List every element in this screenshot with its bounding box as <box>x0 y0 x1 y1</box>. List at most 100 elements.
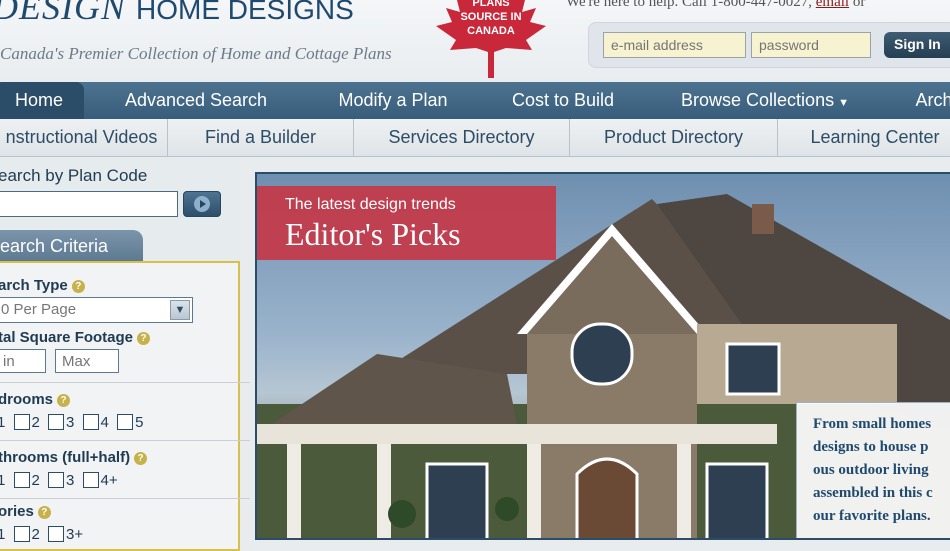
search-type-label: arch Type? <box>0 277 85 294</box>
sqft-max-input[interactable] <box>55 349 119 373</box>
help-icon[interactable]: ? <box>57 394 71 407</box>
caption-line: ous outdoor living <box>813 462 929 478</box>
sign-in-button[interactable]: Sign In <box>884 32 950 58</box>
option-label: 5 <box>135 414 144 431</box>
help-icon[interactable]: ? <box>137 332 151 345</box>
search-type-label-text: arch Type <box>0 277 68 294</box>
help-icon[interactable]: ? <box>134 452 148 465</box>
nav-label: Arch <box>915 90 950 110</box>
bathroom-option[interactable]: 1 <box>0 472 5 489</box>
nav-architects[interactable]: Arch <box>904 82 950 119</box>
nav-browse-collections[interactable]: Browse Collections ▼ <box>664 82 866 119</box>
password-field[interactable] <box>751 32 871 58</box>
chevron-down-icon: ▼ <box>170 300 190 320</box>
logo-text: DESIGN <box>0 0 126 27</box>
search-type-value: 0 Per Page <box>1 301 77 318</box>
sub-nav: nstructional Videos Find a Builder Servi… <box>0 119 950 157</box>
editors-picks-hero[interactable]: The latest design trends Editor's Picks … <box>255 172 950 540</box>
site-logo[interactable]: DESIGN HOME DESIGNS <box>0 0 354 28</box>
bedroom-option[interactable]: 1 <box>0 414 5 431</box>
help-tail-text: or <box>852 0 866 10</box>
nav-cost-to-build[interactable]: Cost to Build <box>498 82 628 119</box>
subnav-find-builder[interactable]: Find a Builder <box>168 119 354 157</box>
subnav-label: Product Directory <box>603 127 744 147</box>
sqft-label-text: tal Square Footage <box>0 329 134 346</box>
option-label: 3 <box>66 414 75 431</box>
plan-code-label: earch by Plan Code <box>0 166 148 185</box>
site-tagline: Canada's Premier Collection of Home and … <box>0 44 392 63</box>
bedroom-option[interactable]: 2 <box>13 414 40 431</box>
subnav-label: Find a Builder <box>204 127 317 147</box>
help-icon[interactable]: ? <box>71 280 85 293</box>
help-icon[interactable]: ? <box>37 506 51 519</box>
option-label: 1 <box>0 526 6 543</box>
subnav-learning-center[interactable]: Learning Center <box>778 119 950 157</box>
bathroom-option[interactable]: 4+ <box>82 472 118 489</box>
story-option[interactable]: 2 <box>13 526 40 543</box>
email-field[interactable] <box>603 32 746 58</box>
bedrooms-label-text: drooms <box>0 391 54 408</box>
search-criteria-tab[interactable]: earch Criteria <box>0 230 143 262</box>
subnav-product-directory[interactable]: Product Directory <box>570 119 778 157</box>
nav-label: Home <box>14 90 63 110</box>
subnav-instructional-videos[interactable]: nstructional Videos <box>0 119 168 157</box>
story-option[interactable]: 1 <box>0 526 5 543</box>
divider <box>0 440 250 441</box>
checkbox[interactable] <box>117 414 134 430</box>
site-header: DESIGN HOME DESIGNS Canada's Premier Col… <box>0 0 950 82</box>
sqft-min-input[interactable] <box>0 349 46 373</box>
bedroom-option[interactable]: 4 <box>82 414 109 431</box>
bathroom-option[interactable]: 2 <box>13 472 40 489</box>
help-phone-text: We're here to help. Call 1-800-447-0027, <box>566 0 813 10</box>
picks-kicker: The latest design trends <box>285 196 456 213</box>
sqft-label: tal Square Footage? <box>0 329 151 346</box>
subnav-label: Services Directory <box>388 127 535 147</box>
checkbox[interactable] <box>82 472 99 488</box>
story-option[interactable]: 3+ <box>48 526 83 543</box>
nav-modify-plan[interactable]: Modify a Plan <box>318 82 468 119</box>
bathroom-option[interactable]: 3 <box>48 472 74 489</box>
caption-line: designs to house p <box>813 439 929 455</box>
nav-label: Browse Collections <box>681 90 835 110</box>
nav-label: Advanced Search <box>124 90 268 110</box>
badge-line: CANADA <box>467 25 515 37</box>
subnav-services-directory[interactable]: Services Directory <box>354 119 570 157</box>
caption-line: assembled in this c <box>813 485 933 501</box>
plan-code-input[interactable] <box>0 191 178 217</box>
option-label: 2 <box>31 472 40 489</box>
stories-label-text: ories <box>0 503 34 520</box>
option-label: 4 <box>100 414 109 431</box>
checkbox[interactable] <box>82 414 99 430</box>
nav-label: Modify a Plan <box>338 90 448 110</box>
badge-text: PLANS SOURCE IN CANADA <box>440 0 542 38</box>
option-label: 1 <box>0 472 6 489</box>
checkbox[interactable] <box>13 472 30 488</box>
badge-line: PLANS <box>472 0 510 9</box>
bedroom-option[interactable]: 5 <box>117 414 143 431</box>
checkbox[interactable] <box>13 414 30 430</box>
option-label: 4+ <box>100 472 118 489</box>
option-label: 3 <box>66 472 75 489</box>
badge-line: SOURCE IN <box>460 11 522 23</box>
checkbox[interactable] <box>48 414 65 430</box>
bathrooms-label: throoms (full+half)? <box>0 449 148 466</box>
search-type-select[interactable]: 0 Per Page ▼ <box>0 297 193 323</box>
option-label: 2 <box>31 526 40 543</box>
nav-advanced-search[interactable]: Advanced Search <box>108 82 284 119</box>
checkbox[interactable] <box>48 472 65 488</box>
bedroom-option[interactable]: 3 <box>48 414 74 431</box>
nav-home[interactable]: Home <box>0 82 84 119</box>
subnav-label: nstructional Videos <box>5 127 158 147</box>
bathrooms-label-text: throoms (full+half) <box>0 449 131 466</box>
nav-label: Cost to Build <box>511 90 615 110</box>
story-options: 1 2 3+ <box>0 526 87 543</box>
bedrooms-label: drooms? <box>0 391 71 408</box>
help-text: We're here to help. Call 1-800-447-0027,… <box>566 0 865 11</box>
stories-label: ories? <box>0 503 51 520</box>
option-label: 2 <box>31 414 40 431</box>
plan-code-go-button[interactable] <box>183 191 221 217</box>
help-email-link[interactable]: email <box>816 0 849 10</box>
caption-line: our favorite plans. <box>813 508 931 524</box>
editors-picks-banner[interactable]: The latest design trends Editor's Picks <box>257 186 556 260</box>
logo-subtext: HOME DESIGNS <box>136 0 354 25</box>
